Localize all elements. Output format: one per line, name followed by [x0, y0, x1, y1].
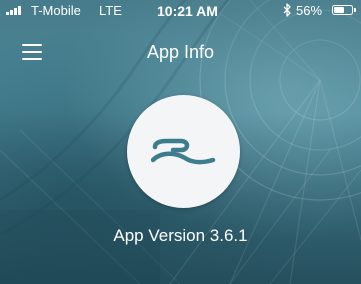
status-bar: T-Mobile LTE 10:21 AM 56% — [0, 0, 361, 20]
battery-percent: 56% — [296, 3, 323, 18]
battery-tip — [354, 8, 356, 12]
app-version-label: App Version 3.6.1 — [113, 226, 248, 245]
app-info-screen: T-Mobile LTE 10:21 AM 56% App Info App V… — [0, 0, 361, 284]
page-title: App Info — [146, 42, 215, 62]
bluetooth-icon — [283, 3, 291, 17]
battery-level-fill — [334, 7, 344, 13]
status-time: 10:21 AM — [157, 3, 218, 19]
app-logo-icon — [151, 138, 216, 165]
battery-icon — [332, 5, 353, 15]
signal-bars-icon — [6, 6, 24, 15]
network-type: LTE — [99, 3, 122, 18]
carrier-name: T-Mobile — [31, 3, 81, 18]
